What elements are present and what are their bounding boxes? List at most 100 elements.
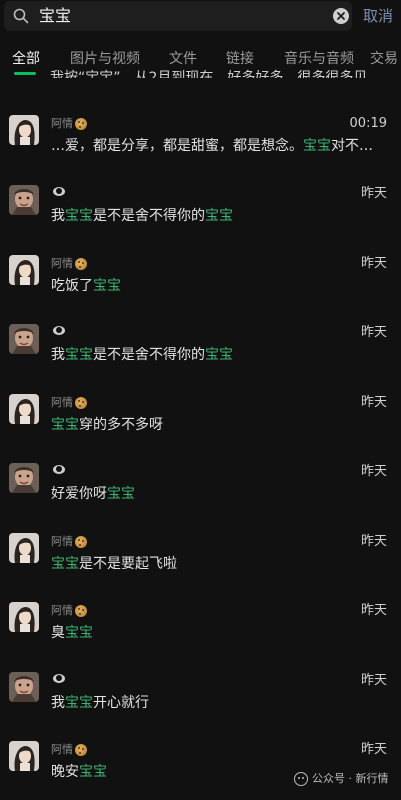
- sender-name: 阿情: [51, 117, 73, 130]
- wechat-icon: [294, 772, 308, 786]
- message-text-before: 臭: [51, 625, 65, 641]
- message-snippet: 好爱你呀宝宝: [51, 484, 135, 504]
- sender-name-row: 阿情: [51, 117, 87, 131]
- cookie-emoji-icon: [75, 536, 87, 548]
- message-snippet: 宝宝是不是要起飞啦: [51, 554, 177, 574]
- search-result-item[interactable]: 阿情 昨天宝宝穿的多不多呀: [0, 394, 401, 463]
- message-snippet: 我宝宝开心就行: [51, 693, 149, 713]
- highlighted-keyword: 宝宝: [303, 138, 331, 154]
- message-time: 昨天: [360, 186, 387, 201]
- highlighted-keyword: 宝宝: [107, 486, 135, 502]
- partial-result-text: 我按“宝宝”，从2月到现在，好多好多，很多很多贝…: [50, 70, 382, 78]
- search-result-item[interactable]: 昨天 我宝宝是不是舍不得你的宝宝: [0, 324, 401, 393]
- sender-name-row: [51, 465, 65, 474]
- avatar[interactable]: [9, 672, 39, 702]
- eye-emoji-icon: [53, 674, 65, 683]
- avatar[interactable]: [9, 115, 39, 145]
- highlighted-keyword: 宝宝: [51, 556, 79, 572]
- watermark-text: 公众号 · 新行情: [312, 772, 389, 785]
- avatar[interactable]: [9, 185, 39, 215]
- avatar[interactable]: [9, 394, 39, 424]
- sender-name-row: 阿情: [51, 604, 87, 618]
- message-text-before: 好爱你呀: [51, 486, 107, 502]
- avatar[interactable]: [9, 533, 39, 563]
- avatar[interactable]: [9, 463, 39, 493]
- search-result-item[interactable]: 阿情 昨天晚安宝宝: [0, 741, 401, 800]
- avatar[interactable]: [9, 602, 39, 632]
- active-tab-indicator: [14, 72, 36, 75]
- cookie-emoji-icon: [75, 744, 87, 756]
- message-snippet: 我宝宝是不是舍不得你的宝宝: [51, 206, 233, 226]
- cookie-emoji-icon: [75, 118, 87, 130]
- message-text-after: 开心就行: [93, 695, 149, 711]
- tab-all[interactable]: 全部: [12, 50, 40, 68]
- highlighted-keyword: 宝宝: [79, 764, 107, 780]
- message-time: 00:19: [349, 116, 387, 131]
- sender-name: 阿情: [51, 535, 73, 548]
- search-result-item[interactable]: 昨天 我宝宝是不是舍不得你的宝宝: [0, 185, 401, 254]
- highlighted-keyword: 宝宝: [65, 625, 93, 641]
- avatar[interactable]: [9, 741, 39, 771]
- eye-emoji-icon: [53, 465, 65, 474]
- message-time: 昨天: [360, 395, 387, 410]
- sender-name-row: [51, 326, 65, 335]
- search-bar: 宝宝 取消: [0, 0, 401, 34]
- message-text-after: 是不是舍不得你的: [93, 347, 205, 363]
- message-text-before: 我: [51, 695, 65, 711]
- sender-name-row: [51, 674, 65, 683]
- sender-name-row: 阿情: [51, 396, 87, 410]
- watermark: 公众号 · 新行情: [294, 772, 389, 786]
- avatar[interactable]: [9, 255, 39, 285]
- cookie-emoji-icon: [75, 397, 87, 409]
- sender-name-row: [51, 187, 65, 196]
- message-text-after: 穿的多不多呀: [79, 417, 163, 433]
- search-query-text: 宝宝: [39, 6, 72, 25]
- message-snippet: 臭宝宝: [51, 623, 93, 643]
- sender-name: 阿情: [51, 604, 73, 617]
- message-text-after: 是不是要起飞啦: [79, 556, 177, 572]
- message-snippet: …爱，都是分享，都是甜蜜，都是想念。宝宝对不…: [51, 136, 373, 156]
- message-snippet: 晚安宝宝: [51, 762, 107, 782]
- cookie-emoji-icon: [75, 258, 87, 270]
- highlighted-keyword: 宝宝: [205, 347, 233, 363]
- message-text-after: 对不…: [331, 138, 373, 154]
- highlighted-keyword: 宝宝: [65, 695, 93, 711]
- message-snippet: 吃饭了宝宝: [51, 276, 121, 296]
- message-text-before: …爱，都是分享，都是甜蜜，都是想念。: [51, 138, 303, 154]
- message-snippet: 我宝宝是不是舍不得你的宝宝: [51, 345, 233, 365]
- search-result-item[interactable]: 阿情 昨天吃饭了宝宝: [0, 255, 401, 324]
- message-text-before: 我: [51, 208, 65, 224]
- message-snippet: 宝宝穿的多不多呀: [51, 415, 163, 435]
- message-time: 昨天: [360, 325, 387, 340]
- eye-emoji-icon: [53, 187, 65, 196]
- sender-name: 阿情: [51, 257, 73, 270]
- highlighted-keyword: 宝宝: [65, 347, 93, 363]
- sender-name: 阿情: [51, 743, 73, 756]
- search-result-item[interactable]: 昨天好爱你呀宝宝: [0, 463, 401, 532]
- sender-name-row: 阿情: [51, 743, 87, 757]
- sender-name: 阿情: [51, 396, 73, 409]
- message-text-before: 吃饭了: [51, 278, 93, 294]
- message-time: 昨天: [360, 534, 387, 549]
- message-time: 昨天: [360, 256, 387, 271]
- search-input[interactable]: 宝宝: [4, 1, 352, 31]
- search-result-item[interactable]: 阿情 00:19 …爱，都是分享，都是甜蜜，都是想念。宝宝对不…: [0, 115, 401, 184]
- clear-icon[interactable]: [333, 8, 349, 24]
- search-icon: [13, 8, 29, 24]
- message-text-before: 我: [51, 347, 65, 363]
- search-result-item[interactable]: 昨天 我宝宝开心就行: [0, 672, 401, 741]
- message-time: 昨天: [360, 742, 387, 757]
- avatar[interactable]: [9, 324, 39, 354]
- cancel-button[interactable]: 取消: [363, 5, 393, 27]
- message-text-after: 是不是舍不得你的: [93, 208, 205, 224]
- search-result-item[interactable]: 阿情 昨天宝宝是不是要起飞啦: [0, 533, 401, 602]
- highlighted-keyword: 宝宝: [65, 208, 93, 224]
- message-time: 昨天: [360, 464, 387, 479]
- cookie-emoji-icon: [75, 605, 87, 617]
- sender-name-row: 阿情: [51, 257, 87, 271]
- sender-name-row: 阿情: [51, 535, 87, 549]
- eye-emoji-icon: [53, 326, 65, 335]
- highlighted-keyword: 宝宝: [93, 278, 121, 294]
- search-result-item[interactable]: 阿情 昨天 臭宝宝: [0, 602, 401, 671]
- highlighted-keyword: 宝宝: [205, 208, 233, 224]
